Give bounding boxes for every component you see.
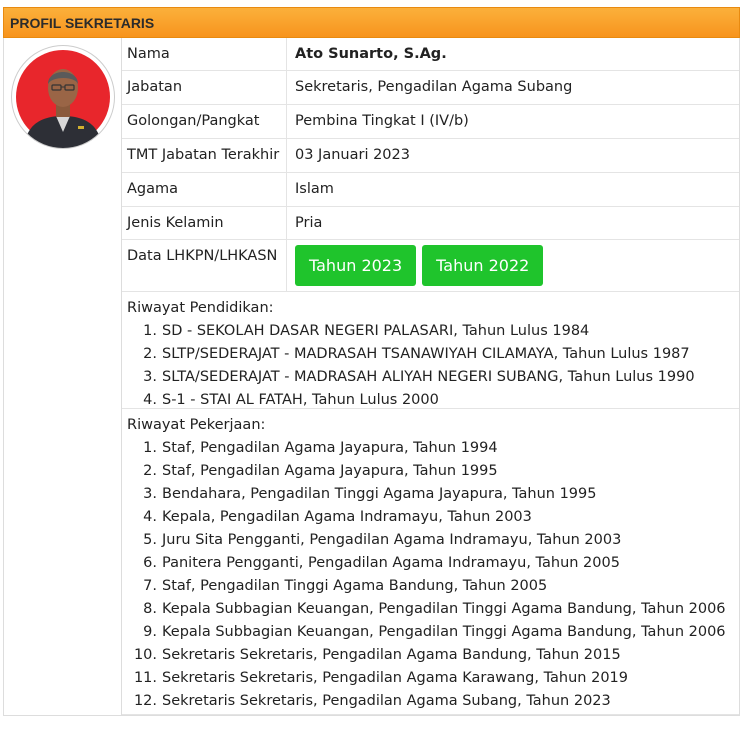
- field-label: Golongan/Pangkat: [122, 105, 287, 138]
- education-list: 1. SD - SEKOLAH DASAR NEGERI PALASARI, Ta…: [127, 320, 739, 412]
- list-item: 11. Sekretaris Sekretaris, Pengadilan Aga…: [133, 670, 628, 686]
- field-value: 03 Januari 2023: [295, 147, 410, 163]
- list-item: 4. Kepala, Pengadilan Agama Indramayu, Ta…: [143, 509, 532, 525]
- field-value: Pria: [295, 215, 323, 231]
- field-value: Pembina Tingkat I (IV/b): [295, 113, 469, 129]
- field-label: Agama: [122, 173, 287, 206]
- row-golongan: Golongan/Pangkat Pembina Tingkat I (IV/b…: [122, 105, 739, 139]
- row-tmt: TMT Jabatan Terakhir 03 Januari 2023: [122, 139, 739, 173]
- avatar: [12, 46, 114, 148]
- list-item: 1. SD - SEKOLAH DASAR NEGERI PALASARI, Ta…: [143, 323, 590, 339]
- list-item: 5. Juru Sita Pengganti, Pengadilan Agama …: [143, 532, 622, 548]
- field-label: Jenis Kelamin: [122, 207, 287, 239]
- work-section: Riwayat Pekerjaan: 1. Staf, Pengadilan Ag…: [122, 409, 739, 715]
- work-list: 1. Staf, Pengadilan Agama Jayapura, Tahun…: [127, 437, 739, 713]
- list-item: 2. SLTP/SEDERAJAT - MADRASAH TSANAWIYAH C…: [143, 346, 690, 362]
- list-item: 8. Kepala Subbagian Keuangan, Pengadilan …: [143, 601, 726, 617]
- field-value: Islam: [295, 181, 334, 197]
- profile-fields: Nama Ato Sunarto, S.Ag. Jabatan Sekretar…: [122, 38, 739, 715]
- row-agama: Agama Islam: [122, 173, 739, 207]
- work-title: Riwayat Pekerjaan:: [127, 417, 266, 433]
- education-title: Riwayat Pendidikan:: [127, 300, 274, 316]
- field-value: Sekretaris, Pengadilan Agama Subang: [295, 79, 573, 95]
- field-label: TMT Jabatan Terakhir: [122, 139, 287, 172]
- photo-column: [4, 38, 122, 715]
- list-item: 3. Bendahara, Pengadilan Tinggi Agama Jay…: [143, 486, 597, 502]
- row-jenis-kelamin: Jenis Kelamin Pria: [122, 207, 739, 240]
- list-item: 9. Kepala Subbagian Keuangan, Pengadilan …: [143, 624, 726, 640]
- list-item: 6. Panitera Pengganti, Pengadilan Agama I…: [143, 555, 620, 571]
- row-lhkpn: Data LHKPN/LHKASN Tahun 2023 Tahun 2022: [122, 240, 739, 292]
- list-item: 1. Staf, Pengadilan Agama Jayapura, Tahun…: [143, 440, 498, 456]
- list-item: 3. SLTA/SEDERAJAT - MADRASAH ALIYAH NEGER…: [143, 369, 695, 385]
- lhkpn-2022-button[interactable]: Tahun 2022: [422, 245, 544, 286]
- row-jabatan: Jabatan Sekretaris, Pengadilan Agama Sub…: [122, 71, 739, 105]
- field-label: Data LHKPN/LHKASN: [122, 240, 287, 291]
- list-item: 10. Sekretaris Sekretaris, Pengadilan Aga…: [133, 647, 621, 663]
- person-photo-icon: [16, 50, 110, 148]
- education-section: Riwayat Pendidikan: 1. SD - SEKOLAH DASAR…: [122, 292, 739, 409]
- field-label: Jabatan: [122, 71, 287, 104]
- field-value-name: Ato Sunarto, S.Ag.: [295, 46, 447, 62]
- panel-title: PROFIL SEKRETARIS: [3, 7, 740, 38]
- lhkpn-buttons: Tahun 2023 Tahun 2022: [287, 240, 739, 291]
- row-nama: Nama Ato Sunarto, S.Ag.: [122, 38, 739, 71]
- list-item: 2. Staf, Pengadilan Agama Jayapura, Tahun…: [143, 463, 498, 479]
- profile-panel: PROFIL SEKRETARIS Nama Ato Sunarto, S.Ag…: [3, 7, 740, 716]
- field-label: Nama: [122, 38, 287, 70]
- list-item: 7. Staf, Pengadilan Tinggi Agama Bandung,…: [143, 578, 548, 594]
- lhkpn-2023-button[interactable]: Tahun 2023: [295, 245, 417, 286]
- profile-body: Nama Ato Sunarto, S.Ag. Jabatan Sekretar…: [3, 38, 740, 716]
- list-item: 12. Sekretaris Sekretaris, Pengadilan Aga…: [133, 693, 611, 709]
